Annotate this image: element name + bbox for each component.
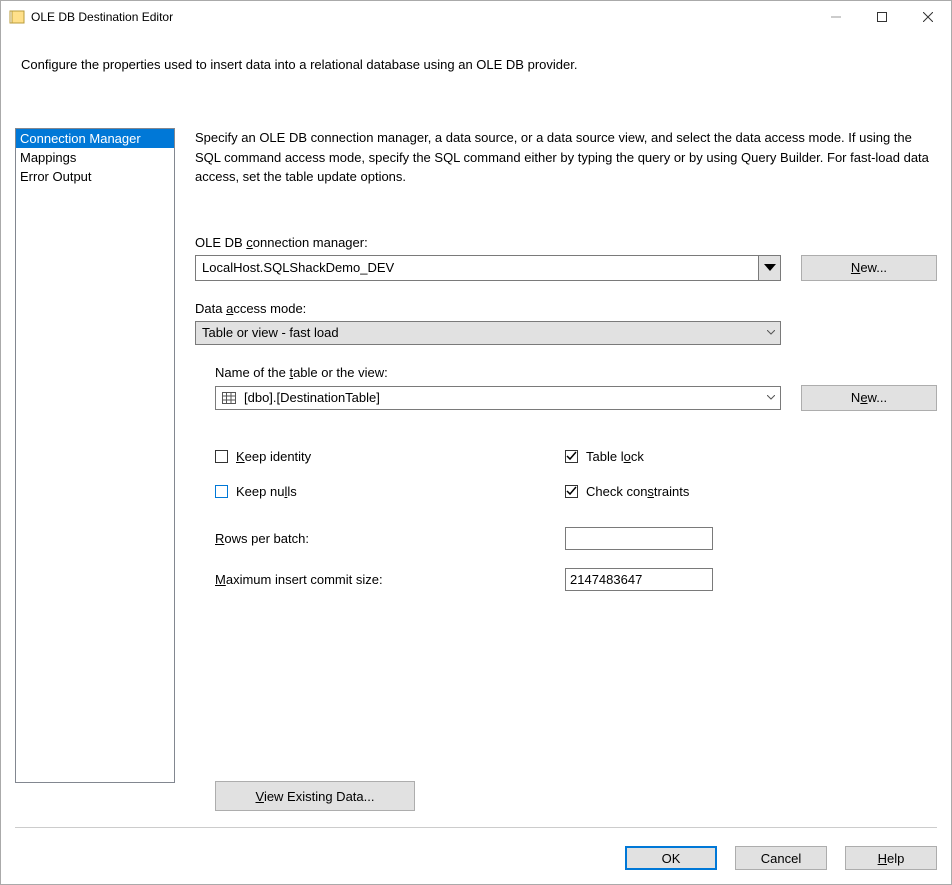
help-button[interactable]: Help xyxy=(845,846,937,870)
new-table-button[interactable]: New... xyxy=(801,385,937,411)
nav-item-connection-manager[interactable]: Connection Manager xyxy=(16,129,174,148)
table-label: Name of the table or the view: xyxy=(215,365,937,380)
rows-per-batch-label: Rows per batch: xyxy=(215,531,565,546)
check-constraints-checkbox[interactable] xyxy=(565,485,578,498)
table-value: [dbo].[DestinationTable] xyxy=(244,390,762,405)
chevron-down-icon xyxy=(758,256,780,280)
conn-mgr-value: LocalHost.SQLShackDemo_DEV xyxy=(202,260,758,275)
input-rows: Rows per batch: Maximum insert commit si… xyxy=(215,527,937,609)
view-existing-data-button[interactable]: View Existing Data... xyxy=(215,781,415,811)
table-lock-checkbox[interactable] xyxy=(565,450,578,463)
form-area: Specify an OLE DB connection manager, a … xyxy=(195,128,937,811)
keep-nulls-checkbox[interactable] xyxy=(215,485,228,498)
max-commit-label: Maximum insert commit size: xyxy=(215,572,565,587)
access-mode-value: Table or view - fast load xyxy=(202,325,762,340)
access-mode-combo[interactable]: Table or view - fast load xyxy=(195,321,781,345)
check-constraints-label: Check constraints xyxy=(586,484,689,499)
dialog-footer: OK Cancel Help xyxy=(15,827,937,870)
main-area: Connection Manager Mappings Error Output… xyxy=(15,128,937,811)
nav-list[interactable]: Connection Manager Mappings Error Output xyxy=(15,128,175,783)
max-commit-input[interactable] xyxy=(565,568,713,591)
chevron-down-icon xyxy=(762,322,780,344)
chevron-down-icon xyxy=(762,387,780,409)
access-mode-label: Data access mode: xyxy=(195,301,937,316)
nav-item-mappings[interactable]: Mappings xyxy=(16,148,174,167)
keep-nulls-label: Keep nulls xyxy=(236,484,297,499)
window-title: OLE DB Destination Editor xyxy=(31,10,813,24)
ok-button[interactable]: OK xyxy=(625,846,717,870)
new-connection-button[interactable]: New... xyxy=(801,255,937,281)
form-instructions: Specify an OLE DB connection manager, a … xyxy=(195,128,937,187)
cancel-button[interactable]: Cancel xyxy=(735,846,827,870)
content-area: Configure the properties used to insert … xyxy=(1,33,951,884)
table-combo[interactable]: [dbo].[DestinationTable] xyxy=(215,386,781,410)
table-icon xyxy=(222,392,236,404)
window-controls xyxy=(813,2,951,32)
keep-identity-checkbox[interactable] xyxy=(215,450,228,463)
app-icon xyxy=(9,9,25,25)
rows-per-batch-input[interactable] xyxy=(565,527,713,550)
conn-mgr-combo[interactable]: LocalHost.SQLShackDemo_DEV xyxy=(195,255,781,281)
dialog-description: Configure the properties used to insert … xyxy=(15,33,937,92)
table-lock-label: Table lock xyxy=(586,449,644,464)
checkbox-group: Keep identity Keep nulls Table lock xyxy=(215,449,937,499)
keep-identity-label: Keep identity xyxy=(236,449,311,464)
dialog-window: OLE DB Destination Editor Configure the … xyxy=(0,0,952,885)
maximize-button[interactable] xyxy=(859,2,905,32)
nav-item-error-output[interactable]: Error Output xyxy=(16,167,174,186)
close-button[interactable] xyxy=(905,2,951,32)
conn-mgr-label: OLE DB connection manager: xyxy=(195,235,937,250)
minimize-button[interactable] xyxy=(813,2,859,32)
titlebar: OLE DB Destination Editor xyxy=(1,1,951,33)
